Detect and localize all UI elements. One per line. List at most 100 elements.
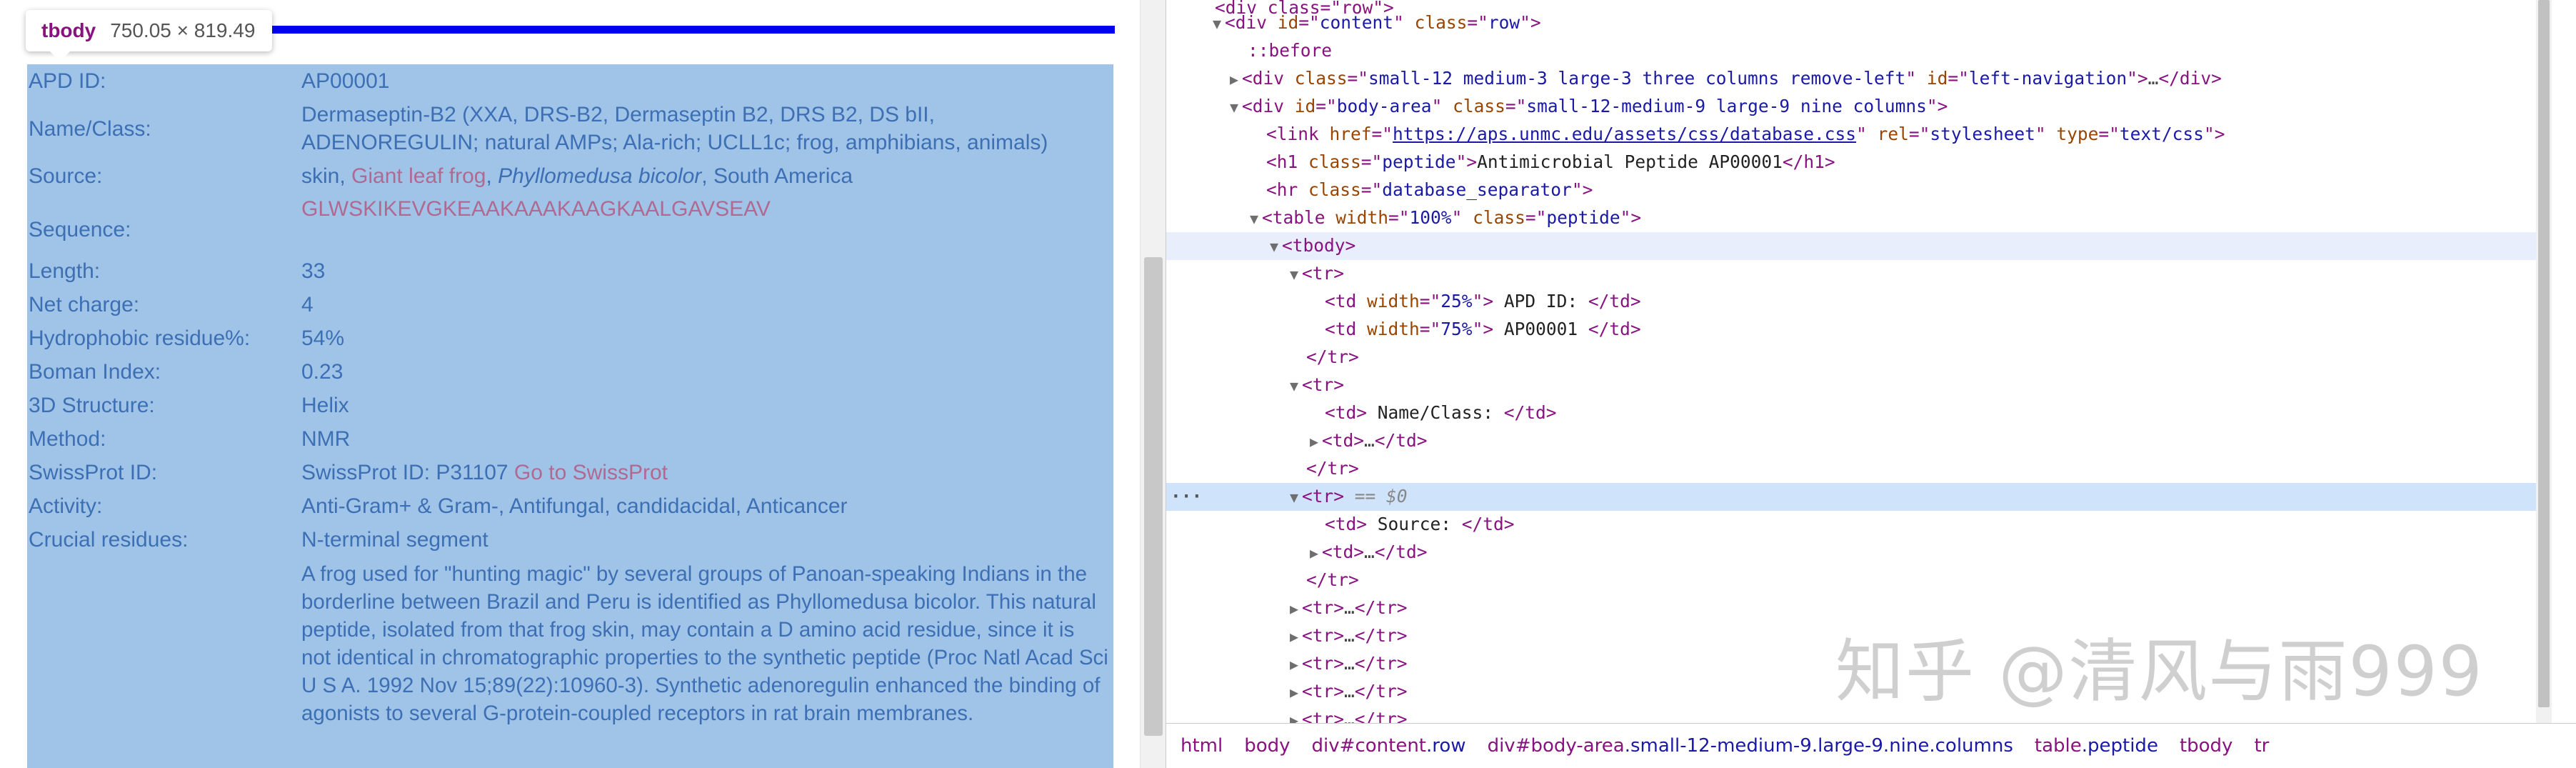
collapse-triangle-icon[interactable]: ▶ [1286, 679, 1302, 707]
dom-node-td[interactable]: <td> Name/Class: </td> [1166, 399, 2552, 427]
table-row: Boman Index: 0.23 [27, 355, 1113, 389]
description-text: A frog used for "hunting magic" by sever… [301, 562, 1108, 725]
dom-node-before[interactable]: ::before [1166, 37, 2552, 65]
source-region: , South America [701, 164, 853, 188]
dom-node-td[interactable]: <td width="75%"> AP00001 </td> [1166, 316, 2552, 344]
dom-node-tbody[interactable]: ▼ <tbody> [1166, 232, 2552, 260]
breadcrumb-item-content[interactable]: div#content.row [1312, 735, 1466, 757]
row-label: Method: [29, 427, 106, 451]
collapse-triangle-icon[interactable]: ▶ [1286, 707, 1302, 723]
expand-triangle-icon[interactable]: ▼ [1246, 205, 1262, 233]
dom-node-td-collapsed[interactable]: ▶ <td>…</td> [1166, 427, 2552, 455]
expand-triangle-icon[interactable]: ▼ [1286, 484, 1302, 512]
dom-node-link[interactable]: <link href="https://aps.unmc.edu/assets/… [1166, 121, 2552, 149]
inspector-tooltip: tbody 750.05 × 819.49 [26, 10, 273, 61]
row-label: Hydrophobic residue%: [29, 326, 251, 350]
row-label: Activity: [29, 494, 103, 518]
expand-triangle-icon[interactable]: ▼ [1266, 233, 1282, 261]
row-value: 4 [301, 293, 314, 316]
source-text: skin, [301, 164, 352, 188]
breadcrumb-item-tbody[interactable]: tbody [2180, 735, 2233, 757]
row-label: Source: [29, 164, 103, 188]
swissprot-link[interactable]: Go to SwissProt [514, 461, 668, 484]
source-species-name: Phyllomedusa bicolor [498, 164, 702, 188]
dom-node-td-collapsed[interactable]: ▶ <td>…</td> [1166, 539, 2552, 567]
row-value: SwissProt ID: P31107 Go to SwissProt [301, 459, 1113, 487]
row-value: Helix [301, 394, 349, 417]
sequence-link[interactable]: GLWSKIKEVGKEAAKAAAKAAGKAALGAVSEAV [301, 193, 1113, 223]
dom-tree-scrollbar-thumb[interactable] [2538, 0, 2550, 707]
row-value: N-terminal segment [301, 528, 488, 552]
breadcrumb-item-body-area[interactable]: div#body-area.small-12-medium-9.large-9.… [1488, 735, 2013, 757]
source-common-name-link[interactable]: Giant leaf frog [351, 164, 486, 188]
page-scrollbar-thumb[interactable] [1144, 257, 1163, 736]
swissprot-id: SwissProt ID: P31107 [301, 461, 508, 484]
tooltip-size: 750.05 × 819.49 [110, 19, 256, 41]
table-row: Net charge: 4 [27, 288, 1113, 321]
row-label: SwissProt ID: [29, 461, 158, 484]
collapse-triangle-icon[interactable]: ▶ [1286, 595, 1302, 623]
dom-node-tr-close[interactable]: </tr> [1166, 567, 2552, 594]
watermark: 知乎 @清风与雨999 [1835, 632, 2484, 712]
breadcrumb: html body div#content.row div#body-area.… [1166, 723, 2576, 768]
row-value: 33 [301, 259, 326, 283]
expand-triangle-icon[interactable]: ▼ [1209, 10, 1225, 38]
row-value: AP00001 [301, 69, 390, 93]
row-label: Length: [29, 259, 101, 283]
dom-node-left-navigation[interactable]: ▶ <div class="small-12 medium-3 large-3 t… [1166, 65, 2552, 93]
collapse-triangle-icon[interactable]: ▶ [1226, 66, 1242, 94]
breadcrumb-item-html[interactable]: html [1181, 735, 1223, 757]
expand-triangle-icon[interactable]: ▼ [1226, 94, 1242, 121]
dom-node-tr[interactable]: ▼ <tr> [1166, 260, 2552, 288]
row-value: 0.23 [301, 360, 344, 384]
table-row: Length: 33 [27, 254, 1113, 288]
tooltip-tag-name: tbody [41, 19, 96, 41]
dom-node-content-div[interactable]: ▼ <div id="content" class="row"> [1166, 9, 2552, 37]
expand-triangle-icon[interactable]: ▼ [1286, 372, 1302, 400]
row-label: Name/Class: [29, 116, 151, 141]
dom-node-td[interactable]: <td width="25%"> APD ID: </td> [1166, 288, 2552, 316]
row-label: Boman Index: [29, 360, 161, 384]
collapse-triangle-icon[interactable]: ▶ [1306, 539, 1322, 567]
dom-node-tr-selected[interactable]: ··· ▼ <tr> == $0 [1166, 483, 2552, 511]
expand-triangle-icon[interactable]: ▼ [1286, 261, 1302, 289]
dom-node-body-area[interactable]: ▼ <div id="body-area" class="small-12-med… [1166, 93, 2552, 121]
table-row: A frog used for "hunting magic" by sever… [27, 557, 1113, 727]
dom-tree-scrollbar[interactable] [2536, 0, 2552, 723]
table-row: APD ID: AP00001 [27, 64, 1113, 98]
table-row: Sequence: GLWSKIKEVGKEAAKAAAKAAGKAALGAVS… [27, 193, 1113, 254]
breadcrumb-item-tr[interactable]: tr [2254, 735, 2269, 757]
breadcrumb-item-body[interactable]: body [1244, 735, 1290, 757]
table-row: Method: NMR [27, 422, 1113, 456]
dom-node-hr[interactable]: <hr class="database_separator"> [1166, 176, 2552, 204]
dom-node-tr-close[interactable]: </tr> [1166, 344, 2552, 371]
row-value: skin, Giant leaf frog, Phyllomedusa bico… [301, 162, 1113, 190]
dom-node-table[interactable]: ▼ <table width="100%" class="peptide"> [1166, 204, 2552, 232]
dom-node-td[interactable]: <td> Source: </td> [1166, 511, 2552, 539]
row-label: APD ID: [29, 69, 106, 93]
source-separator: , [486, 164, 498, 188]
row-value: Dermaseptin-B2 (XXA, DRS-B2, Dermaseptin… [301, 103, 1048, 154]
table-row: Crucial residues: N-terminal segment [27, 523, 1113, 557]
row-value: NMR [301, 427, 351, 451]
breadcrumb-item-table[interactable]: table.peptide [2035, 735, 2158, 757]
row-label: Sequence: [29, 218, 131, 241]
row-value: 54% [301, 326, 345, 350]
table-row: SwissProt ID: SwissProt ID: P31107 Go to… [27, 456, 1113, 489]
collapse-triangle-icon[interactable]: ▶ [1286, 651, 1302, 679]
stylesheet-url-link[interactable]: https://aps.unmc.edu/assets/css/database… [1393, 124, 1856, 144]
table-row: Hydrophobic residue%: 54% [27, 321, 1113, 355]
more-options-icon[interactable]: ··· [1171, 483, 1202, 511]
table-row: Name/Class: Dermaseptin-B2 (XXA, DRS-B2,… [27, 98, 1113, 159]
dom-node-h1[interactable]: <h1 class="peptide">Antimicrobial Peptid… [1166, 149, 2552, 176]
dom-node-tr-close[interactable]: </tr> [1166, 455, 2552, 483]
table-row: Activity: Anti-Gram+ & Gram-, Antifungal… [27, 489, 1113, 523]
dom-node-tr[interactable]: ▼ <tr> [1166, 371, 2552, 399]
page-scrollbar[interactable] [1140, 0, 1166, 768]
dom-tree: <div class="row"> ▼ <div id="content" cla… [1166, 0, 2552, 723]
page-viewport: tbody 750.05 × 819.49 APD ID: AP00001 Na… [0, 0, 1140, 768]
table-row: Source: skin, Giant leaf frog, Phyllomed… [27, 159, 1113, 193]
collapse-triangle-icon[interactable]: ▶ [1286, 623, 1302, 651]
collapse-triangle-icon[interactable]: ▶ [1306, 428, 1322, 456]
row-label: Net charge: [29, 293, 140, 316]
